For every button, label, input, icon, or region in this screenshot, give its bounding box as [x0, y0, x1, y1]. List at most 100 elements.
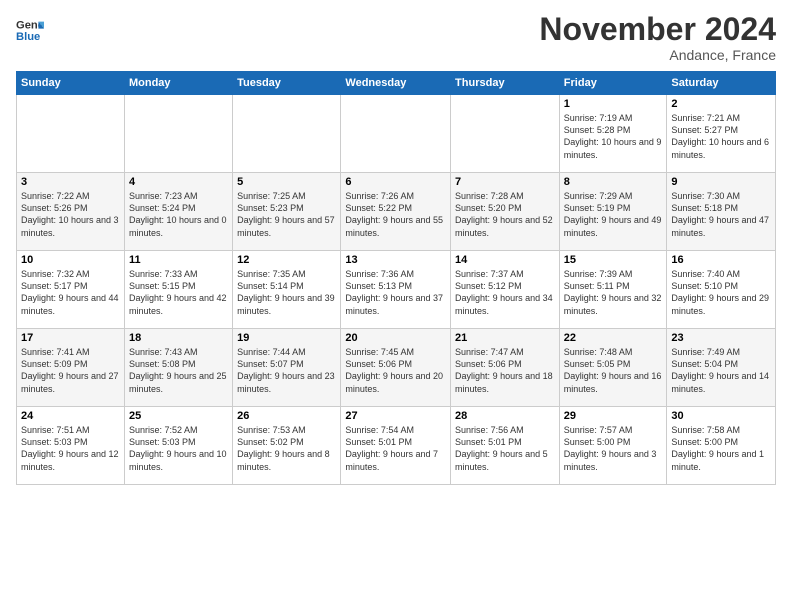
- table-row: 11 Sunrise: 7:33 AM Sunset: 5:15 PM Dayli…: [124, 251, 232, 329]
- table-row: 21Sunrise: 7:47 AM Sunset: 5:06 PM Dayli…: [451, 329, 560, 407]
- table-row: 2 Sunrise: 7:21 AM Sunset: 5:27 PM Daylig…: [667, 95, 776, 173]
- day-number: 27: [345, 410, 446, 422]
- day-number: 2: [671, 98, 771, 110]
- header-area: General Blue November 2024 Andance, Fran…: [16, 12, 776, 63]
- table-row: 10Sunrise: 7:32 AM Sunset: 5:17 PM Dayli…: [17, 251, 125, 329]
- table-row: 29 Sunrise: 7:57 AM Sunset: 5:00 PM Dayli…: [559, 407, 667, 485]
- table-row: 19 Sunrise: 7:44 AM Sunset: 5:07 PM Dayli…: [233, 329, 341, 407]
- table-row: 22 Sunrise: 7:48 AM Sunset: 5:05 PM Dayli…: [559, 329, 667, 407]
- day-number: 19: [237, 332, 336, 344]
- table-row: 23 Sunrise: 7:49 AM Sunset: 5:04 PM Dayli…: [667, 329, 776, 407]
- table-row: 27 Sunrise: 7:54 AM Sunset: 5:01 PM Dayli…: [341, 407, 451, 485]
- col-sunday: Sunday: [17, 72, 125, 95]
- day-info: Sunrise: 7:29 AM Sunset: 5:19 PM Dayligh…: [564, 190, 663, 239]
- day-number: 7: [455, 176, 555, 188]
- day-info: Sunrise: 7:48 AM Sunset: 5:05 PM Dayligh…: [564, 346, 663, 395]
- location: Andance, France: [539, 47, 776, 63]
- day-number: 20: [345, 332, 446, 344]
- calendar-week-4: 17 Sunrise: 7:41 AM Sunset: 5:09 PM Dayli…: [17, 329, 776, 407]
- day-info: Sunrise: 7:39 AM Sunset: 5:11 PM Dayligh…: [564, 268, 663, 317]
- day-info: Sunrise: 7:52 AM Sunset: 5:03 PM Dayligh…: [129, 424, 228, 473]
- calendar-header-row: Sunday Monday Tuesday Wednesday Thursday…: [17, 72, 776, 95]
- day-number: 8: [564, 176, 663, 188]
- table-row: [341, 95, 451, 173]
- calendar-week-3: 10Sunrise: 7:32 AM Sunset: 5:17 PM Dayli…: [17, 251, 776, 329]
- day-number: 30: [671, 410, 771, 422]
- month-title: November 2024: [539, 12, 776, 47]
- table-row: 15Sunrise: 7:39 AM Sunset: 5:11 PM Dayli…: [559, 251, 667, 329]
- day-info: Sunrise: 7:51 AM Sunset: 5:03 PM Dayligh…: [21, 424, 120, 473]
- day-info: Sunrise: 7:30 AM Sunset: 5:18 PM Dayligh…: [671, 190, 771, 239]
- day-number: 22: [564, 332, 663, 344]
- day-info: Sunrise: 7:28 AM Sunset: 5:20 PM Dayligh…: [455, 190, 555, 239]
- day-number: 1: [564, 98, 663, 110]
- day-info: Sunrise: 7:54 AM Sunset: 5:01 PM Dayligh…: [345, 424, 446, 473]
- day-info: Sunrise: 7:45 AM Sunset: 5:06 PM Dayligh…: [345, 346, 446, 395]
- day-number: 29: [564, 410, 663, 422]
- table-row: [451, 95, 560, 173]
- day-info: Sunrise: 7:25 AM Sunset: 5:23 PM Dayligh…: [237, 190, 336, 239]
- day-info: Sunrise: 7:37 AM Sunset: 5:12 PM Dayligh…: [455, 268, 555, 317]
- day-number: 9: [671, 176, 771, 188]
- day-info: Sunrise: 7:19 AM Sunset: 5:28 PM Dayligh…: [564, 112, 663, 161]
- day-number: 11: [129, 254, 228, 266]
- day-info: Sunrise: 7:21 AM Sunset: 5:27 PM Dayligh…: [671, 112, 771, 161]
- col-friday: Friday: [559, 72, 667, 95]
- table-row: 9 Sunrise: 7:30 AM Sunset: 5:18 PM Daylig…: [667, 173, 776, 251]
- svg-text:Blue: Blue: [16, 31, 40, 43]
- calendar-week-2: 3 Sunrise: 7:22 AM Sunset: 5:26 PM Daylig…: [17, 173, 776, 251]
- title-area: November 2024 Andance, France: [539, 12, 776, 63]
- table-row: 8 Sunrise: 7:29 AM Sunset: 5:19 PM Daylig…: [559, 173, 667, 251]
- table-row: [233, 95, 341, 173]
- table-row: 7 Sunrise: 7:28 AM Sunset: 5:20 PM Daylig…: [451, 173, 560, 251]
- day-number: 26: [237, 410, 336, 422]
- col-monday: Monday: [124, 72, 232, 95]
- table-row: 1 Sunrise: 7:19 AM Sunset: 5:28 PM Daylig…: [559, 95, 667, 173]
- day-number: 28: [455, 410, 555, 422]
- table-row: 24 Sunrise: 7:51 AM Sunset: 5:03 PM Dayli…: [17, 407, 125, 485]
- day-info: Sunrise: 7:22 AM Sunset: 5:26 PM Dayligh…: [21, 190, 120, 239]
- day-number: 25: [129, 410, 228, 422]
- table-row: 12 Sunrise: 7:35 AM Sunset: 5:14 PM Dayli…: [233, 251, 341, 329]
- calendar-week-5: 24 Sunrise: 7:51 AM Sunset: 5:03 PM Dayli…: [17, 407, 776, 485]
- day-info: Sunrise: 7:57 AM Sunset: 5:00 PM Dayligh…: [564, 424, 663, 473]
- table-row: 14 Sunrise: 7:37 AM Sunset: 5:12 PM Dayli…: [451, 251, 560, 329]
- day-info: Sunrise: 7:53 AM Sunset: 5:02 PM Dayligh…: [237, 424, 336, 473]
- day-info: Sunrise: 7:36 AM Sunset: 5:13 PM Dayligh…: [345, 268, 446, 317]
- day-number: 4: [129, 176, 228, 188]
- table-row: 16Sunrise: 7:40 AM Sunset: 5:10 PM Dayli…: [667, 251, 776, 329]
- day-info: Sunrise: 7:44 AM Sunset: 5:07 PM Dayligh…: [237, 346, 336, 395]
- day-number: 17: [21, 332, 120, 344]
- table-row: 6Sunrise: 7:26 AM Sunset: 5:22 PM Daylig…: [341, 173, 451, 251]
- day-number: 10: [21, 254, 120, 266]
- day-number: 14: [455, 254, 555, 266]
- table-row: 25 Sunrise: 7:52 AM Sunset: 5:03 PM Dayli…: [124, 407, 232, 485]
- table-row: 20 Sunrise: 7:45 AM Sunset: 5:06 PM Dayli…: [341, 329, 451, 407]
- table-row: 26 Sunrise: 7:53 AM Sunset: 5:02 PM Dayli…: [233, 407, 341, 485]
- day-info: Sunrise: 7:26 AM Sunset: 5:22 PM Dayligh…: [345, 190, 446, 239]
- col-saturday: Saturday: [667, 72, 776, 95]
- day-info: Sunrise: 7:35 AM Sunset: 5:14 PM Dayligh…: [237, 268, 336, 317]
- day-info: Sunrise: 7:41 AM Sunset: 5:09 PM Dayligh…: [21, 346, 120, 395]
- table-row: 5 Sunrise: 7:25 AM Sunset: 5:23 PM Daylig…: [233, 173, 341, 251]
- day-info: Sunrise: 7:58 AM Sunset: 5:00 PM Dayligh…: [671, 424, 771, 473]
- day-number: 5: [237, 176, 336, 188]
- day-info: Sunrise: 7:56 AM Sunset: 5:01 PM Dayligh…: [455, 424, 555, 473]
- day-info: Sunrise: 7:33 AM Sunset: 5:15 PM Dayligh…: [129, 268, 228, 317]
- table-row: [17, 95, 125, 173]
- day-number: 12: [237, 254, 336, 266]
- day-info: Sunrise: 7:49 AM Sunset: 5:04 PM Dayligh…: [671, 346, 771, 395]
- table-row: 17 Sunrise: 7:41 AM Sunset: 5:09 PM Dayli…: [17, 329, 125, 407]
- day-number: 18: [129, 332, 228, 344]
- day-info: Sunrise: 7:47 AM Sunset: 5:06 PM Dayligh…: [455, 346, 555, 395]
- col-tuesday: Tuesday: [233, 72, 341, 95]
- day-number: 24: [21, 410, 120, 422]
- day-info: Sunrise: 7:23 AM Sunset: 5:24 PM Dayligh…: [129, 190, 228, 239]
- table-row: 13Sunrise: 7:36 AM Sunset: 5:13 PM Dayli…: [341, 251, 451, 329]
- page: General Blue November 2024 Andance, Fran…: [0, 0, 792, 612]
- day-info: Sunrise: 7:43 AM Sunset: 5:08 PM Dayligh…: [129, 346, 228, 395]
- day-number: 23: [671, 332, 771, 344]
- day-number: 3: [21, 176, 120, 188]
- logo-icon: General Blue: [16, 16, 44, 44]
- table-row: [124, 95, 232, 173]
